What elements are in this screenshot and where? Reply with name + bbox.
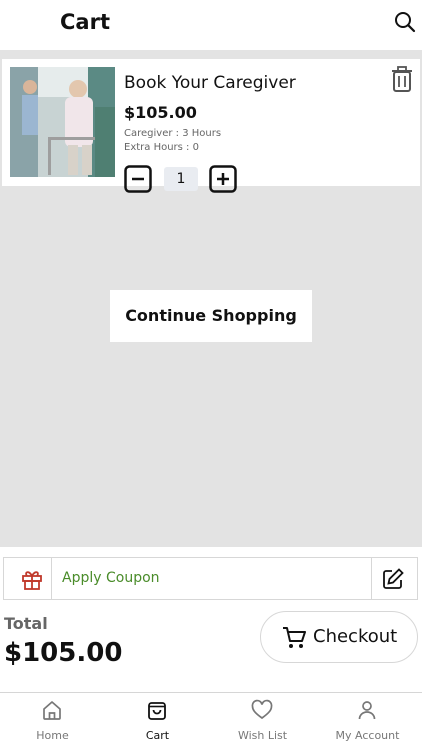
nav-item-wish-list[interactable]: Wish List <box>210 693 315 750</box>
cart-content: Book Your Caregiver $105.00 Caregiver : … <box>0 50 422 547</box>
total-label: Total <box>4 614 48 633</box>
nav-item-cart[interactable]: Cart <box>105 693 210 750</box>
caregiver-photo <box>10 67 115 177</box>
increase-quantity-button[interactable] <box>209 165 237 193</box>
app-header: Cart <box>0 0 422 50</box>
product-image <box>10 67 115 177</box>
product-price: $105.00 <box>124 103 197 122</box>
checkout-label: Checkout <box>313 626 398 647</box>
nav-item-my-account[interactable]: My Account <box>315 693 420 750</box>
product-name: Book Your Caregiver <box>124 73 296 93</box>
cart-item: Book Your Caregiver $105.00 Caregiver : … <box>2 59 420 193</box>
divider <box>371 558 372 599</box>
heart-icon <box>251 699 273 720</box>
nav-item-label: Home <box>36 729 69 742</box>
decrease-quantity-button[interactable] <box>124 165 152 193</box>
nav-item-label: Wish List <box>237 729 288 742</box>
nav-item-label: My Account <box>335 729 400 742</box>
edit-icon[interactable] <box>381 567 405 591</box>
checkout-button[interactable]: Checkout <box>260 611 418 663</box>
caregiver-hours: Caregiver : 3 Hours <box>124 128 222 139</box>
shopping-cart-icon <box>283 627 306 648</box>
extra-hours: Extra Hours : 0 <box>124 142 199 153</box>
quantity-value: 1 <box>164 167 198 191</box>
page-title: Cart <box>60 10 110 34</box>
divider <box>51 558 52 599</box>
apply-coupon-bar[interactable]: Apply Coupon <box>3 557 418 600</box>
apply-coupon-label: Apply Coupon <box>62 570 160 586</box>
home-icon <box>43 701 61 720</box>
trash-icon[interactable] <box>390 65 414 93</box>
user-icon <box>358 701 376 720</box>
continue-shopping-button[interactable]: Continue Shopping <box>110 290 312 342</box>
search-icon[interactable] <box>394 11 416 33</box>
gift-icon <box>22 571 42 590</box>
nav-item-home[interactable]: Home <box>0 693 105 750</box>
bottom-navigation: Home Cart Wish List My Account <box>0 692 422 750</box>
nav-item-label: Cart <box>145 729 170 742</box>
total-amount: $105.00 <box>4 638 123 668</box>
bag-icon <box>148 702 166 720</box>
